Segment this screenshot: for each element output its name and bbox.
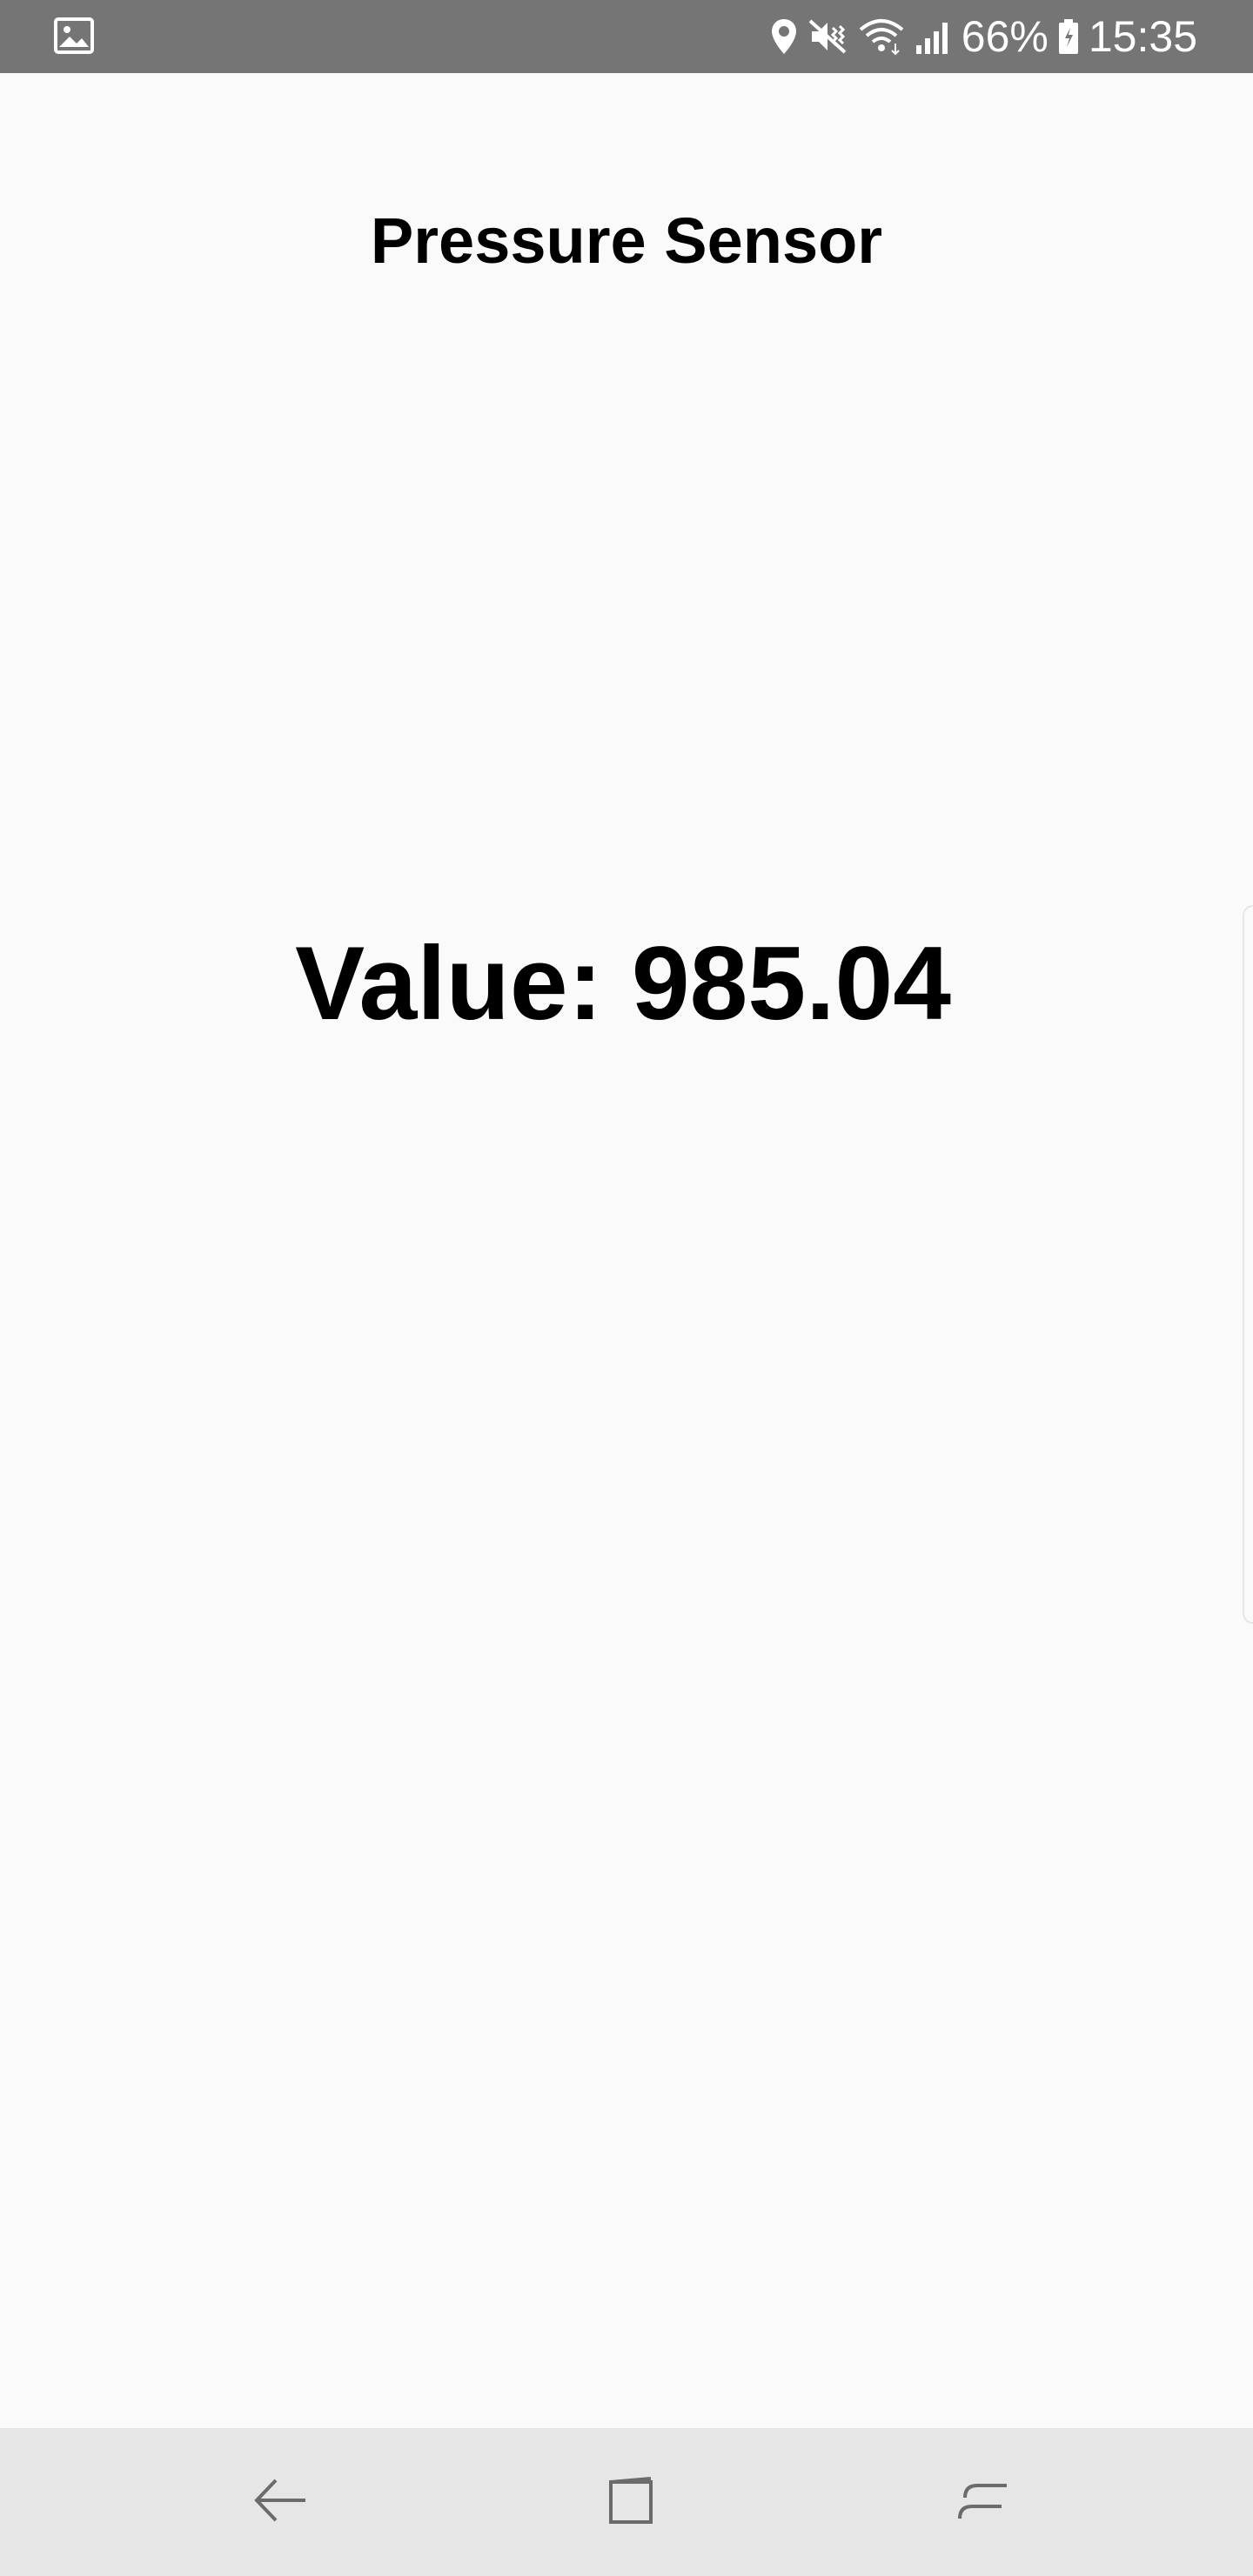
home-button[interactable] [546,2428,720,2576]
navigation-bar [0,2428,1253,2576]
edge-panel-handle[interactable] [1243,905,1253,1624]
recents-icon [953,2470,1014,2535]
status-time: 15:35 [1088,12,1197,61]
wifi-icon [857,17,906,56]
signal-icon [915,17,953,56]
battery-charging-icon [1057,17,1080,56]
status-icons: 66% 15:35 [770,0,1197,73]
home-icon [602,2470,663,2535]
location-icon [770,17,798,56]
battery-percent: 66% [961,12,1049,61]
recents-button[interactable] [896,2428,1070,2576]
image-notification-icon [54,17,94,54]
page-title: Pressure Sensor [370,205,883,277]
vibrate-mute-icon [807,17,848,56]
back-button[interactable] [195,2428,369,2576]
pressure-value-text: Value: 985.04 [295,925,951,1042]
back-icon [251,2470,312,2535]
status-bar: 66% 15:35 [0,0,1253,73]
